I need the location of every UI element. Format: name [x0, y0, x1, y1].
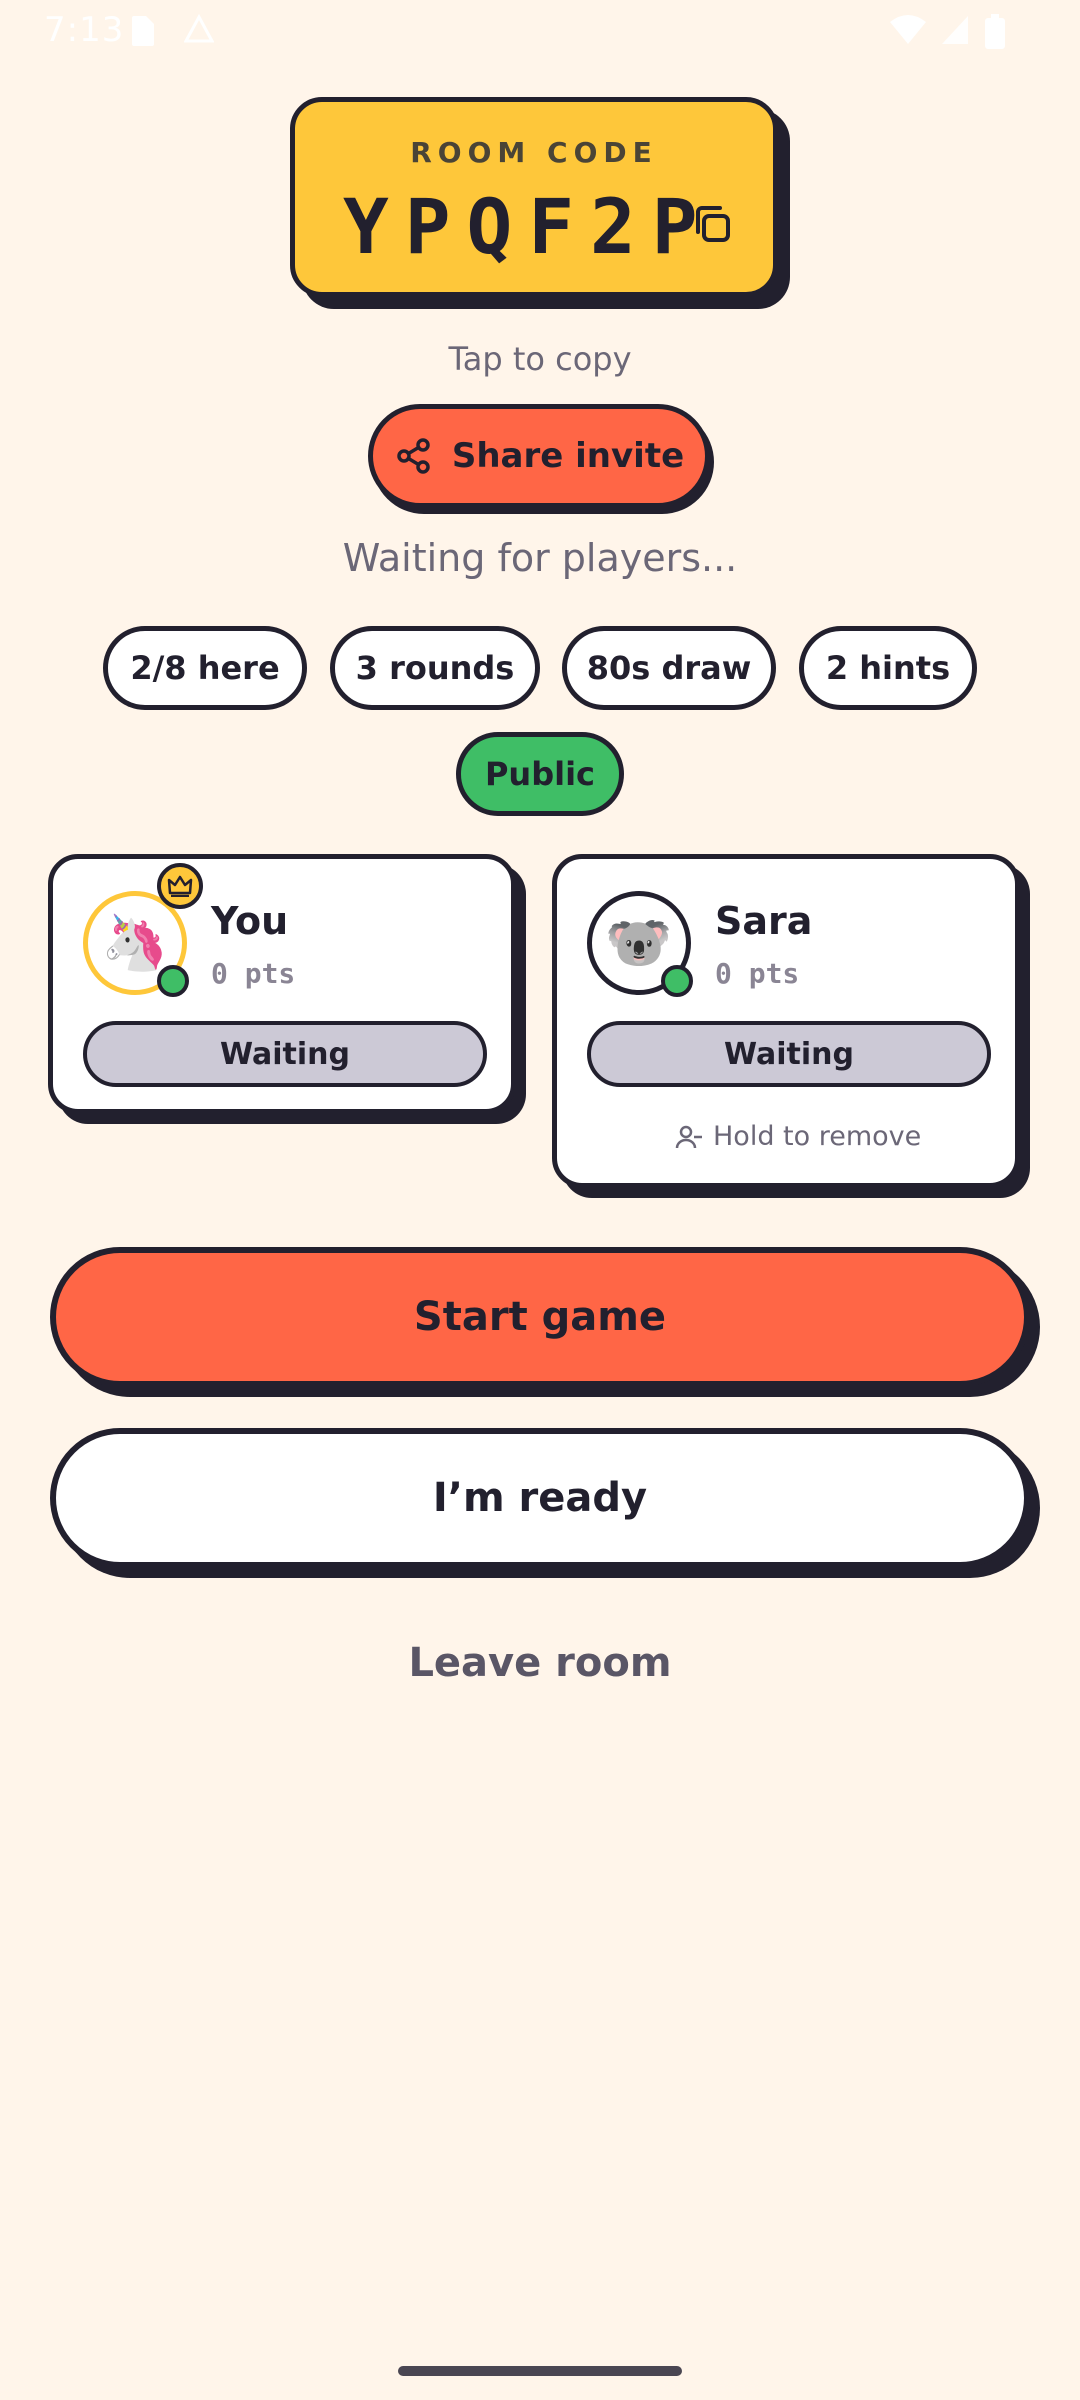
player-status-pill: Waiting	[83, 1021, 487, 1087]
player-name: You	[211, 899, 289, 943]
home-indicator[interactable]	[398, 2366, 682, 2376]
status-bar: 7:13	[0, 0, 1080, 62]
remove-user-icon	[675, 1125, 702, 1148]
player-card-you: 🦄 You 0 pts Waiting	[48, 854, 516, 1114]
room-code-label: ROOM CODE	[410, 136, 658, 169]
signal-icon	[942, 16, 968, 44]
player-card-sara[interactable]: 🐨 Sara 0 pts Waiting Hold to remove	[552, 854, 1020, 1188]
hints-chip: 2 hints	[799, 626, 977, 710]
players-count-chip: 2/8 here	[103, 626, 307, 710]
online-status-dot	[661, 965, 693, 997]
leave-room-button[interactable]: Leave room	[0, 1640, 1080, 1686]
ready-button[interactable]: I’m ready	[50, 1428, 1030, 1568]
copy-icon[interactable]	[690, 202, 734, 246]
visibility-public-chip: Public	[456, 732, 624, 816]
online-status-dot	[157, 965, 189, 997]
draw-time-chip: 80s draw	[562, 626, 776, 710]
room-code-value: YPQF2P	[343, 182, 714, 271]
waiting-for-players-text: Waiting for players...	[342, 536, 738, 580]
room-code-card[interactable]: ROOM CODE YPQF2P	[290, 97, 778, 297]
share-invite-label: Share invite	[451, 436, 685, 476]
player-points: 0 pts	[211, 957, 296, 990]
rounds-chip: 3 rounds	[330, 626, 540, 710]
wifi-icon	[890, 15, 926, 44]
hold-to-remove-label: Hold to remove	[713, 1121, 922, 1152]
alert-icon	[184, 14, 214, 43]
tap-to-copy-hint: Tap to copy	[448, 340, 632, 378]
sim-card-icon	[132, 16, 154, 46]
crown-icon	[157, 863, 203, 909]
hold-to-remove-hint[interactable]: Hold to remove	[675, 1121, 921, 1152]
status-time: 7:13	[44, 10, 125, 50]
player-name: Sara	[715, 899, 813, 943]
share-invite-button[interactable]: Share invite	[368, 404, 710, 508]
start-game-button[interactable]: Start game	[50, 1247, 1030, 1387]
player-points: 0 pts	[715, 957, 800, 990]
share-icon	[397, 438, 430, 474]
player-status-pill: Waiting	[587, 1021, 991, 1087]
battery-icon	[985, 14, 1005, 49]
